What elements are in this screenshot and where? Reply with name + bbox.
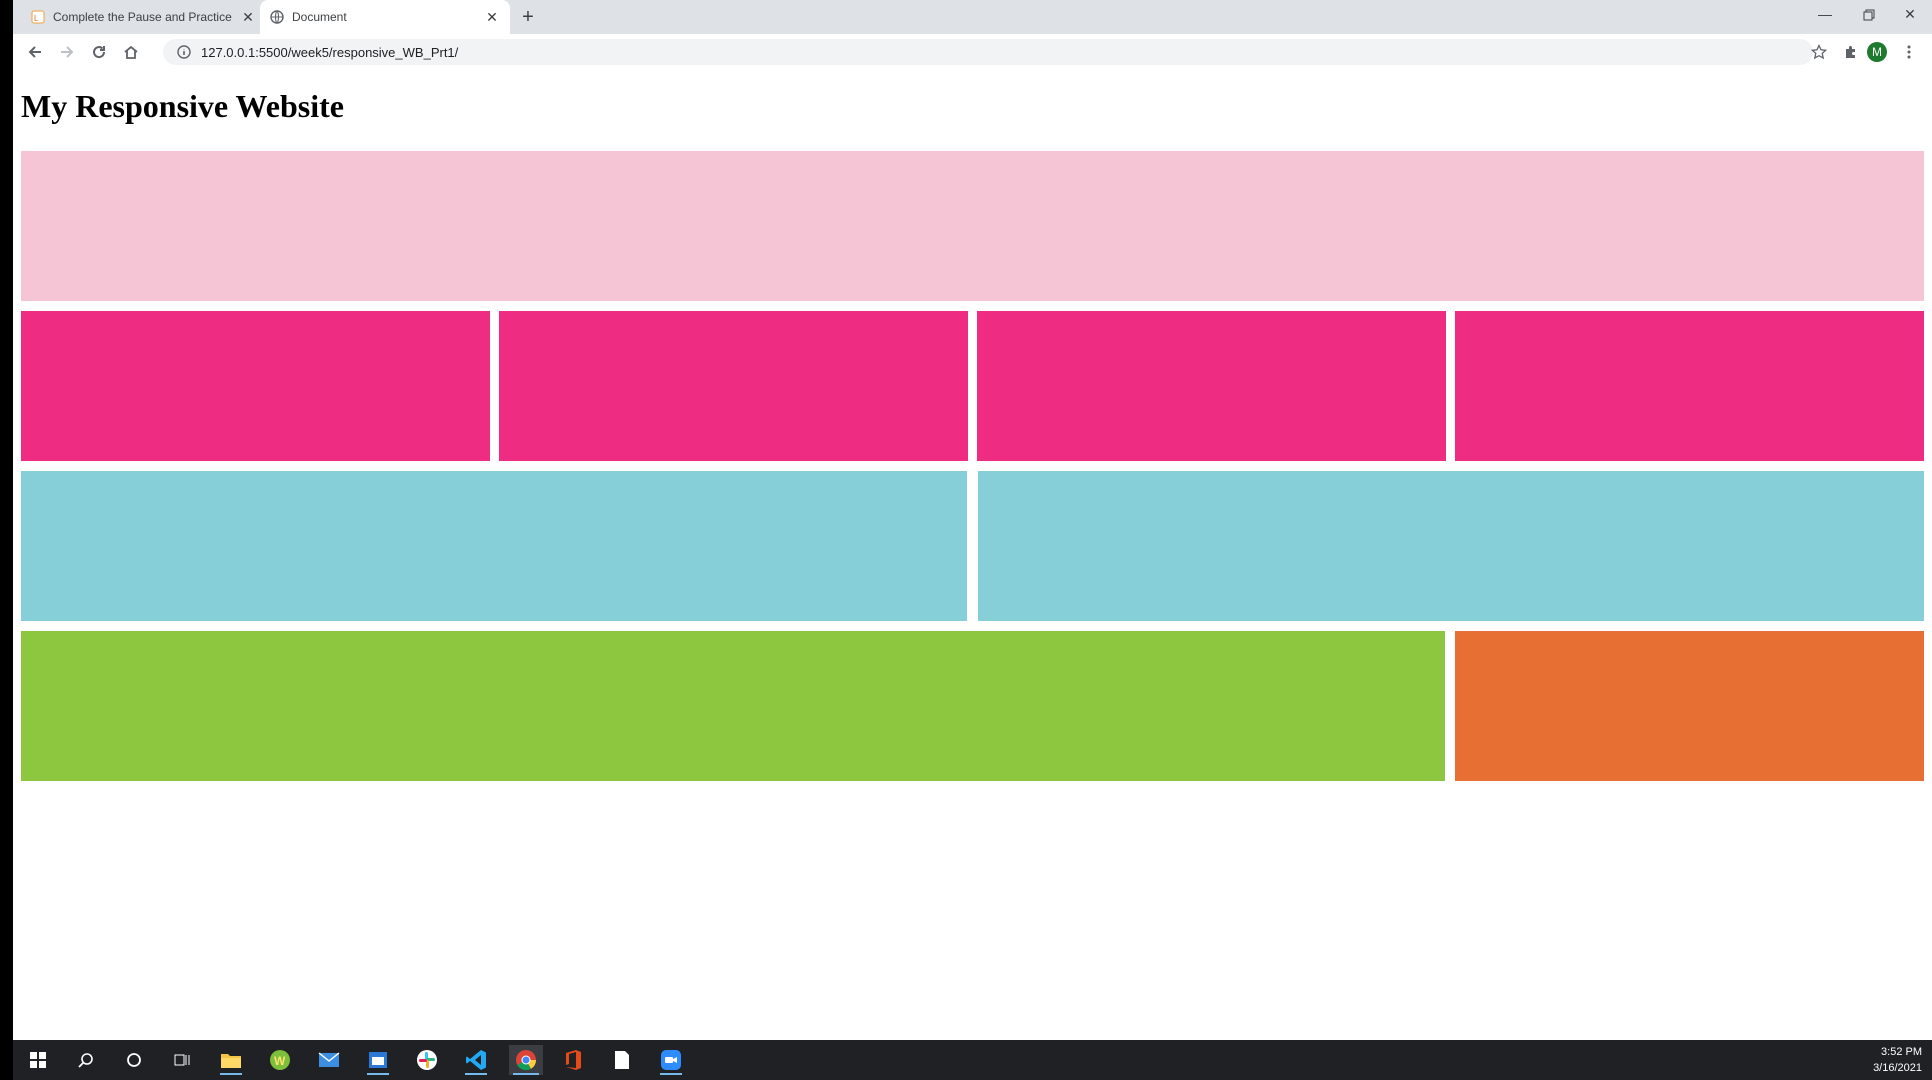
- minimize-icon[interactable]: —: [1803, 0, 1847, 30]
- tab-title: Complete the Pause and Practice: [53, 10, 232, 24]
- url-text[interactable]: 127.0.0.1:5500/week5/responsive_WB_Prt1/: [201, 45, 458, 60]
- screen: L Complete the Pause and Practice ✕ Docu…: [13, 0, 1932, 1080]
- extensions-puzzle-icon[interactable]: [1839, 40, 1863, 64]
- forward-button[interactable]: [55, 40, 79, 64]
- new-tab-button[interactable]: +: [516, 5, 540, 29]
- system-clock[interactable]: 3:52 PM 3/16/2021: [1873, 1044, 1922, 1076]
- calendar-icon[interactable]: [363, 1045, 393, 1075]
- tab-pause-and-practice[interactable]: L Complete the Pause and Practice ✕: [21, 0, 266, 34]
- chrome-icon[interactable]: [509, 1045, 543, 1075]
- half-block-1: [21, 471, 967, 621]
- svg-text:L: L: [34, 14, 39, 23]
- svg-text:W: W: [274, 1054, 286, 1068]
- browser-tabstrip: L Complete the Pause and Practice ✕ Docu…: [13, 0, 1932, 34]
- quarter-block-1: [21, 311, 490, 461]
- windows-taskbar: W 3:52 PM 3/16/2021: [13, 1040, 1932, 1080]
- close-window-icon[interactable]: ✕: [1888, 0, 1932, 30]
- tab-title: Document: [292, 10, 347, 24]
- address-bar[interactable]: 127.0.0.1:5500/week5/responsive_WB_Prt1/: [163, 39, 1813, 65]
- tab-document[interactable]: Document ✕: [260, 0, 510, 34]
- profile-avatar[interactable]: M: [1867, 42, 1887, 62]
- restore-icon[interactable]: [1847, 0, 1891, 30]
- clock-date: 3/16/2021: [1873, 1062, 1922, 1074]
- globe-icon: [270, 10, 284, 24]
- quarter-block-3: [977, 311, 1446, 461]
- file-explorer-icon[interactable]: [216, 1045, 246, 1075]
- home-button[interactable]: [119, 40, 143, 64]
- clock-time: 3:52 PM: [1881, 1046, 1922, 1058]
- notepad-icon[interactable]: [607, 1045, 637, 1075]
- mail-icon[interactable]: [314, 1045, 344, 1075]
- vscode-icon[interactable]: [461, 1045, 491, 1075]
- web-page: My Responsive Website: [13, 70, 1932, 1040]
- page-title: My Responsive Website: [21, 88, 344, 124]
- quarter-block-2: [499, 311, 968, 461]
- webex-icon[interactable]: W: [265, 1045, 295, 1075]
- site-info-icon[interactable]: [173, 45, 195, 59]
- tab-close-icon[interactable]: ✕: [240, 9, 256, 26]
- windows-start-icon[interactable]: [23, 1045, 53, 1075]
- bookmark-star-icon[interactable]: [1807, 40, 1831, 64]
- header-block: [21, 151, 1924, 301]
- tab-close-icon[interactable]: ✕: [484, 9, 500, 26]
- zoom-icon[interactable]: [656, 1045, 686, 1075]
- moodle-favicon-icon: L: [31, 10, 45, 24]
- search-icon[interactable]: [71, 1045, 101, 1075]
- back-button[interactable]: [23, 40, 47, 64]
- cortana-icon[interactable]: [119, 1045, 149, 1075]
- task-view-icon[interactable]: [167, 1045, 197, 1075]
- browser-toolbar: 127.0.0.1:5500/week5/responsive_WB_Prt1/…: [13, 34, 1932, 71]
- slack-icon[interactable]: [412, 1045, 442, 1075]
- quarter-block-4: [1455, 311, 1924, 461]
- side-block: [1455, 631, 1924, 781]
- office-icon[interactable]: [558, 1045, 588, 1075]
- half-block-2: [978, 471, 1924, 621]
- main-block: [21, 631, 1445, 781]
- browser-menu-icon[interactable]: [1897, 40, 1921, 64]
- reload-button[interactable]: [87, 40, 111, 64]
